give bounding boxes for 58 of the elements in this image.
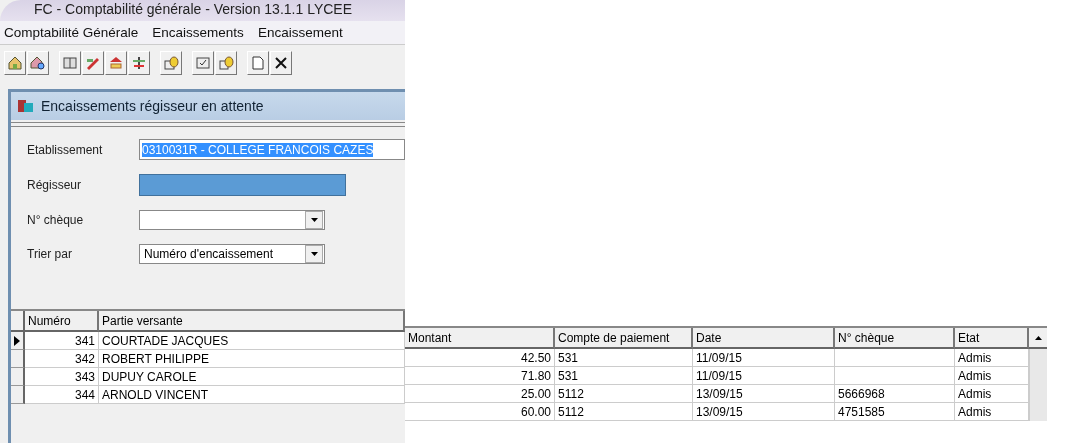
- subwindow-title: Encaissements régisseur en attente: [41, 98, 264, 114]
- dropdown-field[interactable]: [139, 210, 325, 230]
- table-cell: 13/09/15: [693, 385, 835, 403]
- table-cell: 71.80: [405, 367, 555, 385]
- toolbar-button[interactable]: [27, 51, 49, 75]
- field-label: Régisseur: [27, 178, 83, 192]
- table-cell: 60.00: [405, 403, 555, 421]
- field-label: Etablissement: [27, 142, 104, 157]
- field-label: N° chèque: [27, 213, 85, 227]
- column-header[interactable]: Numéro: [25, 311, 99, 332]
- menu-item[interactable]: Encaissements: [152, 25, 244, 40]
- scroll-up-button[interactable]: [1029, 328, 1047, 349]
- table-cell: 343: [25, 368, 99, 386]
- table-cell: COURTADE JACQUES: [99, 332, 405, 350]
- table-cell: 11/09/15: [693, 367, 835, 385]
- toolbar-button[interactable]: [128, 51, 150, 75]
- table-cell: 4751585: [835, 403, 955, 421]
- table-cell: 531: [555, 349, 693, 367]
- field-label: Trier par: [27, 247, 73, 261]
- table-cell: 5112: [555, 403, 693, 421]
- table-cell: 25.00: [405, 385, 555, 403]
- table-cell: ROBERT PHILIPPE: [99, 350, 405, 368]
- header-corner: [11, 311, 25, 332]
- column-header[interactable]: Date: [693, 328, 835, 349]
- table-cell: 5666968: [835, 385, 955, 403]
- column-header[interactable]: Compte de paiement: [555, 328, 693, 349]
- menu-item[interactable]: Encaissement: [257, 25, 343, 40]
- redacted-field[interactable]: [139, 174, 346, 196]
- column-header[interactable]: Montant: [405, 328, 555, 349]
- column-header[interactable]: Partie versante: [99, 311, 405, 332]
- table-cell: 11/09/15: [693, 349, 835, 367]
- table-cell: DUPUY CAROLE: [99, 368, 405, 386]
- toolbar-button[interactable]: [4, 51, 26, 75]
- table-cell: 13/09/15: [693, 403, 835, 421]
- dropdown-field[interactable]: Numéro d'encaissement: [139, 244, 325, 264]
- toolbar-button[interactable]: [270, 51, 292, 75]
- table-cell: 42.50: [405, 349, 555, 367]
- caret-icon: [310, 252, 318, 256]
- menu-item[interactable]: Comptabilité Générale: [4, 25, 139, 40]
- table-cell: 342: [25, 350, 99, 368]
- window-title: FC - Comptabilité générale - Version 13.1.1 LYCEE: [0, 0, 405, 21]
- table-cell: 344: [25, 386, 99, 404]
- column-header[interactable]: N° chèque: [835, 328, 955, 349]
- doc-check-icon: [195, 55, 211, 71]
- table-cell: ARNOLD VINCENT: [99, 386, 405, 404]
- table-cell: 531: [555, 367, 693, 385]
- table-cell: 341: [25, 332, 99, 350]
- home-icon: [7, 55, 23, 71]
- home-search-icon: [30, 55, 46, 71]
- cubes-icon: [17, 98, 35, 114]
- column-header[interactable]: Etat: [955, 328, 1029, 349]
- row-indicator[interactable]: [11, 332, 25, 350]
- table-cell: 5112: [555, 385, 693, 403]
- page-icon: [250, 55, 266, 71]
- caret-icon: [310, 218, 318, 222]
- close-icon: [273, 55, 289, 71]
- caret-icon: [1034, 335, 1042, 340]
- row-pointer-icon: [14, 335, 20, 346]
